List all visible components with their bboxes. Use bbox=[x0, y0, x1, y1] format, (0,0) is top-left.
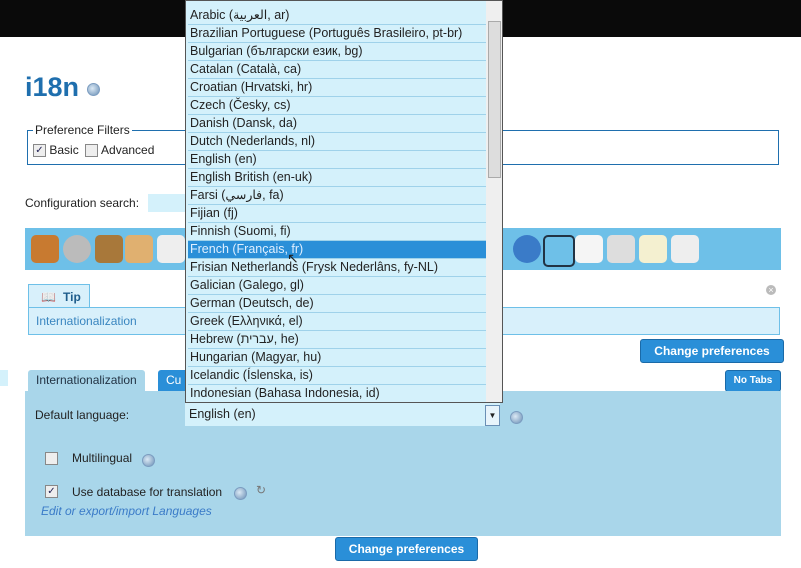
advanced-label: Advanced bbox=[101, 143, 155, 157]
language-option[interactable]: Bulgarian (български език, bg) bbox=[188, 43, 486, 61]
book-icon: 📖 bbox=[41, 290, 56, 304]
tab-cu[interactable]: Cu bbox=[158, 370, 188, 391]
no-tabs-button[interactable]: No Tabs bbox=[725, 370, 781, 392]
calendar-icon[interactable] bbox=[639, 235, 667, 263]
language-option[interactable]: Frisian Netherlands (Frysk Nederlâns, fy… bbox=[188, 259, 486, 277]
config-search-input[interactable] bbox=[148, 194, 188, 212]
language-option[interactable]: Brazilian Portuguese (Português Brasilei… bbox=[188, 25, 486, 43]
language-option[interactable]: English (en) bbox=[188, 151, 486, 169]
language-option[interactable]: Indonesian (Bahasa Indonesia, id) bbox=[188, 385, 486, 402]
basic-label: Basic bbox=[49, 143, 79, 157]
logout-door-icon[interactable] bbox=[95, 235, 123, 263]
language-option[interactable]: Catalan (Català, ca) bbox=[188, 61, 486, 79]
advanced-checkbox[interactable] bbox=[85, 144, 99, 158]
help-icon[interactable] bbox=[142, 454, 155, 467]
profile-icon[interactable] bbox=[157, 235, 185, 263]
globe-icon[interactable] bbox=[513, 235, 541, 263]
use-database-label: Use database for translation bbox=[72, 485, 223, 499]
language-option[interactable]: Icelandic (Íslenska, is) bbox=[188, 367, 486, 385]
language-option[interactable]: Czech (Česky, cs) bbox=[188, 97, 486, 115]
language-option[interactable]: Greek (Ελληνικά, el) bbox=[188, 313, 486, 331]
mouse-cursor: ↖ bbox=[287, 250, 299, 266]
tools-icon[interactable] bbox=[31, 235, 59, 263]
default-language-value: English (en) bbox=[189, 407, 256, 421]
chevron-down-icon[interactable]: ▼ bbox=[485, 405, 500, 426]
tab-internationalization[interactable]: Internationalization bbox=[28, 370, 145, 391]
refresh-icon[interactable]: ↻ bbox=[256, 483, 266, 497]
page-title-text: i18n bbox=[25, 72, 80, 102]
tip-tab: 📖 Tip bbox=[28, 284, 90, 309]
config-search-label: Configuration search: bbox=[25, 196, 140, 210]
basic-checkbox[interactable]: ✓ bbox=[33, 144, 46, 158]
language-option[interactable]: English British (en-uk) bbox=[188, 169, 486, 187]
language-option[interactable]: Farsi (فارسي, fa) bbox=[188, 187, 486, 205]
side-edge bbox=[0, 370, 8, 386]
use-database-checkbox[interactable]: ✓ bbox=[45, 485, 58, 498]
language-dropdown-list: Arabic (العربية, ar) Brazilian Portuguese… bbox=[185, 0, 503, 403]
multilingual-label: Multilingual bbox=[72, 451, 133, 465]
language-option[interactable]: Dutch (Nederlands, nl) bbox=[188, 133, 486, 151]
language-option[interactable]: Fijian (fj) bbox=[188, 205, 486, 223]
scrollbar[interactable] bbox=[486, 1, 502, 402]
language-option[interactable]: Hebrew (עברית, he) bbox=[188, 331, 486, 349]
search-icon[interactable] bbox=[543, 235, 575, 267]
close-icon[interactable]: × bbox=[766, 285, 776, 295]
default-language-select[interactable]: English (en) ▼ bbox=[185, 403, 500, 426]
page-title: i18n bbox=[25, 72, 100, 103]
preference-filters-legend: Preference Filters bbox=[35, 123, 130, 137]
help-icon[interactable] bbox=[510, 411, 523, 424]
language-option[interactable]: Galician (Galego, gl) bbox=[188, 277, 486, 295]
document-icon[interactable] bbox=[575, 235, 603, 263]
language-option[interactable]: Croatian (Hrvatski, hr) bbox=[188, 79, 486, 97]
language-option[interactable]: German (Deutsch, de) bbox=[188, 295, 486, 313]
language-option[interactable]: Finnish (Suomi, fi) bbox=[188, 223, 486, 241]
edit-page-icon[interactable] bbox=[671, 235, 699, 263]
help-icon[interactable] bbox=[234, 487, 247, 500]
scrollbar-thumb[interactable] bbox=[488, 21, 501, 178]
language-option[interactable]: French (Français, fr) bbox=[188, 241, 486, 259]
users-icon[interactable] bbox=[125, 235, 153, 263]
language-option[interactable]: Danish (Dansk, da) bbox=[188, 115, 486, 133]
edit-languages-link[interactable]: Edit or export/import Languages bbox=[41, 504, 212, 518]
tip-title: Tip bbox=[63, 290, 81, 304]
change-preferences-button-top[interactable]: Change preferences bbox=[640, 339, 784, 363]
language-option[interactable]: Arabic (العربية, ar) bbox=[188, 7, 486, 25]
stack-icon[interactable] bbox=[607, 235, 635, 263]
power-icon[interactable] bbox=[63, 235, 91, 263]
multilingual-checkbox[interactable] bbox=[45, 452, 58, 465]
tip-text: Internationalization bbox=[36, 314, 137, 328]
help-icon[interactable] bbox=[86, 83, 100, 96]
change-preferences-button-bottom[interactable]: Change preferences bbox=[335, 537, 478, 561]
language-option[interactable]: Hungarian (Magyar, hu) bbox=[188, 349, 486, 367]
default-language-label: Default language: bbox=[35, 408, 130, 422]
